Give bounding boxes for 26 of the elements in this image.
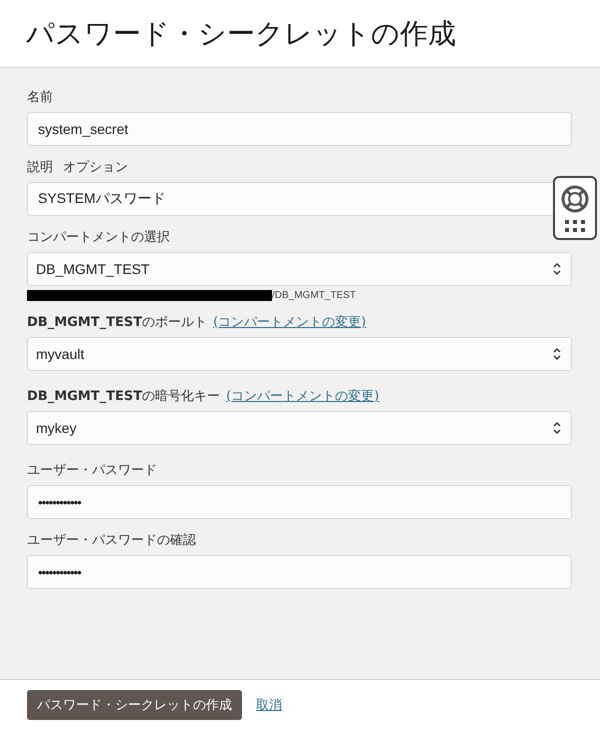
page-title: パスワード・シークレットの作成: [26, 16, 456, 52]
select-field[interactable]: mykey: [27, 411, 572, 445]
field-label: ユーザー・パスワード: [27, 462, 157, 479]
optional-tag: オプション: [63, 158, 128, 176]
grid-icon: [564, 218, 586, 232]
input-field[interactable]: system_secret: [27, 112, 572, 146]
field-label: ユーザー・パスワードの確認: [27, 532, 196, 549]
compartment-path: /DB_MGMT_TEST: [272, 290, 356, 301]
field-label: コンパートメントの選択: [27, 229, 170, 246]
updown-caret-icon: [553, 262, 561, 276]
select-field[interactable]: DB_MGMT_TEST: [27, 252, 572, 286]
lifebuoy-icon: [560, 184, 590, 214]
cancel-link[interactable]: 取消: [256, 696, 282, 714]
help-menu[interactable]: [553, 176, 597, 240]
change-compartment-link[interactable]: (コンパートメントの変更): [226, 387, 380, 405]
field-label: 説明: [27, 159, 53, 176]
password-field[interactable]: ••••••••••••: [27, 555, 572, 589]
updown-caret-icon: [553, 347, 561, 361]
field-label: DB_MGMT_TESTの暗号化キー: [27, 388, 220, 405]
create-secret-button[interactable]: パスワード・シークレットの作成: [27, 690, 242, 720]
field-label: DB_MGMT_TESTのボールト: [27, 314, 208, 331]
select-field[interactable]: myvault: [27, 337, 572, 371]
updown-caret-icon: [553, 421, 561, 435]
password-field[interactable]: ••••••••••••: [27, 485, 572, 519]
change-compartment-link[interactable]: (コンパートメントの変更): [213, 313, 366, 331]
field-label: 名前: [27, 89, 53, 106]
